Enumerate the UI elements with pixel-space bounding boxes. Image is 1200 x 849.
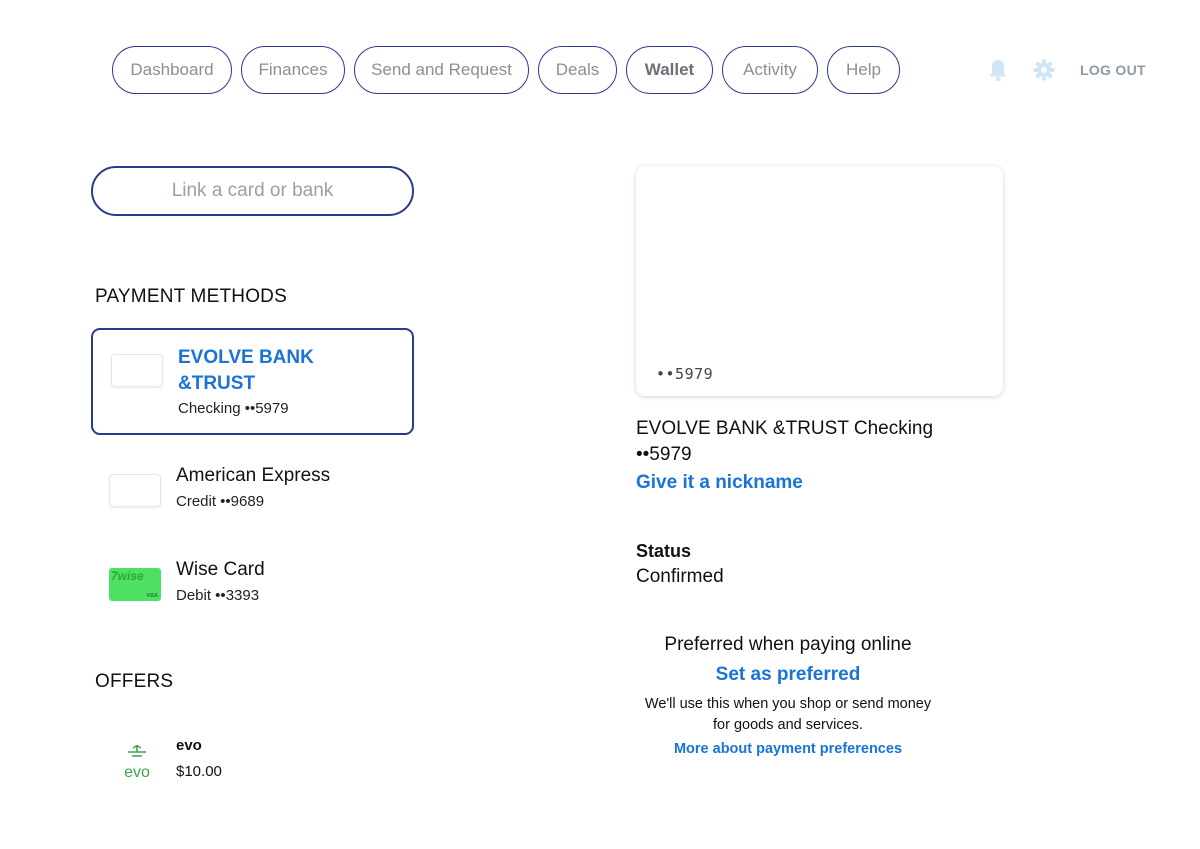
tab-activity[interactable]: Activity [722,46,818,94]
card-thumbnail [109,474,161,507]
offers-heading: OFFERS [95,671,174,692]
evo-logo-text: evo [124,764,150,781]
more-about-payment-preferences-link[interactable]: More about payment preferences [636,741,940,757]
card-preview: ••5979 [636,166,1003,396]
offer-name: evo [176,737,202,754]
preferred-heading: Preferred when paying online [664,634,912,655]
payment-method-wise-card[interactable]: 7wise VISA Wise Card Debit ••3393 [91,554,414,614]
offer-amount: $10.00 [176,763,222,780]
bell-icon[interactable] [986,57,1010,83]
status-label: Status [636,541,692,561]
tab-finances[interactable]: Finances [241,46,345,94]
preferred-section: Preferred when paying online Set as pref… [636,634,940,757]
card-preview-number: ••5979 [656,365,714,383]
top-right-actions: LOG OUT [986,57,1146,83]
tab-dashboard[interactable]: Dashboard [112,46,232,94]
status-value: Confirmed [636,566,724,587]
tab-wallet[interactable]: Wallet [626,46,713,94]
link-card-or-bank-button[interactable]: Link a card or bank [91,166,414,216]
give-nickname-link[interactable]: Give it a nickname [636,472,803,494]
wise-logo-text: 7wise [111,569,144,583]
wise-card-thumbnail: 7wise VISA [109,568,161,601]
visa-logo-text: VISA [146,593,158,599]
payment-method-evolve-bank[interactable]: EVOLVE BANK &TRUST Checking ••5979 [91,328,414,435]
gear-icon[interactable] [1032,57,1056,83]
tab-send-and-request[interactable]: Send and Request [354,46,529,94]
preferred-description: We'll use this when you shop or send mon… [644,696,932,733]
tab-help[interactable]: Help [827,46,900,94]
payment-method-name: American Express [176,465,331,486]
logout-link[interactable]: LOG OUT [1080,62,1146,78]
payment-method-name: EVOLVE BANK &TRUST [178,347,314,394]
set-as-preferred-link[interactable]: Set as preferred [636,664,940,686]
payment-method-detail: Debit ••3393 [176,587,260,604]
account-name: EVOLVE BANK &TRUST Checking ••5979 [636,418,934,465]
payment-method-detail: Checking ••5979 [178,400,289,417]
payment-method-american-express[interactable]: American Express Credit ••9689 [91,460,414,520]
payment-method-name: Wise Card [176,559,265,580]
payment-methods-heading: PAYMENT METHODS [95,286,287,307]
tab-deals[interactable]: Deals [538,46,617,94]
bank-thumbnail [111,354,163,387]
main-nav: Dashboard Finances Send and Request Deal… [112,46,900,94]
evo-logo-icon: evo [119,744,155,781]
payment-method-detail: Credit ••9689 [176,493,265,510]
